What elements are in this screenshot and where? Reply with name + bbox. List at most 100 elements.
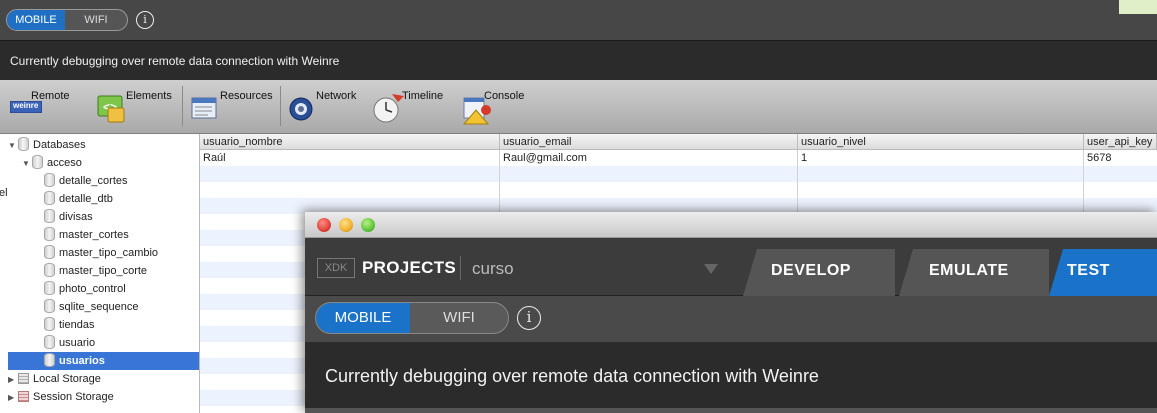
- session-storage-icon: [18, 391, 29, 402]
- table-icon: [44, 335, 55, 349]
- elements-label: Elements: [126, 90, 172, 102]
- resources-tool-button[interactable]: Resources: [190, 88, 276, 126]
- minimize-window-icon[interactable]: [339, 218, 353, 232]
- info-icon[interactable]: i: [136, 11, 154, 29]
- zoom-window-icon[interactable]: [361, 218, 375, 232]
- database-icon: [18, 137, 29, 151]
- mobile-mode-button[interactable]: MOBILE: [7, 10, 65, 30]
- tree-table-item[interactable]: master_tipo_corte: [44, 262, 147, 280]
- table-icon: [44, 173, 55, 187]
- tree-table-item[interactable]: detalle_cortes: [44, 172, 128, 190]
- remote-label: Remote: [31, 90, 70, 102]
- tree-label: usuario: [59, 337, 96, 349]
- tree-label: Session Storage: [33, 391, 114, 403]
- projects-button[interactable]: PROJECTS: [362, 258, 456, 278]
- table-cell: 5678: [1087, 152, 1112, 164]
- resources-icon: [191, 97, 217, 119]
- status-bar: Currently debugging over remote data con…: [0, 40, 1157, 80]
- local-storage-icon: [18, 373, 29, 384]
- expanded-triangle-icon[interactable]: ▼: [22, 155, 32, 173]
- tree-label: Local Storage: [33, 373, 101, 385]
- wifi-mode-button[interactable]: WIFI: [65, 10, 127, 30]
- table-row-empty: [200, 166, 1157, 182]
- tree-acceso[interactable]: ▼ acceso: [22, 154, 82, 172]
- tree-session-storage[interactable]: ▶ Session Storage: [8, 388, 114, 406]
- column-header[interactable]: usuario_nombre: [200, 134, 500, 150]
- tree-label: photo_control: [59, 283, 126, 295]
- mode-toggle[interactable]: MOBILE WIFI: [315, 302, 509, 334]
- console-tool-button[interactable]: Console: [462, 88, 542, 126]
- tab-test[interactable]: TEST: [1049, 249, 1157, 296]
- table-cell: Raul@gmail.com: [503, 152, 587, 164]
- window-bottom: [305, 408, 1157, 413]
- tree-label: sqlite_sequence: [59, 301, 139, 313]
- table-icon: [44, 317, 55, 331]
- timeline-icon: [373, 94, 404, 123]
- table-icon: [44, 281, 55, 295]
- table-icon: [44, 263, 55, 277]
- tree-table-item[interactable]: tiendas: [44, 316, 94, 334]
- mode-toggle[interactable]: MOBILE WIFI: [6, 9, 128, 31]
- window-titlebar: [305, 212, 1157, 238]
- table-cell: 1: [801, 152, 808, 164]
- toolbar-divider: [280, 86, 281, 126]
- tree-table-item[interactable]: usuario: [44, 334, 95, 352]
- close-window-icon[interactable]: [317, 218, 331, 232]
- mobile-mode-button[interactable]: MOBILE: [316, 303, 410, 333]
- tree-table-item[interactable]: master_cortes: [44, 226, 129, 244]
- tree-label: detalle_cortes: [59, 175, 128, 187]
- status-bar: Currently debugging over remote data con…: [305, 342, 1157, 408]
- tree-table-item[interactable]: sqlite_sequence: [44, 298, 139, 316]
- column-header[interactable]: user_api_key: [1084, 134, 1157, 150]
- divider: [460, 256, 461, 280]
- table-row[interactable]: [200, 150, 1157, 166]
- tree-table-item[interactable]: photo_control: [44, 280, 126, 298]
- corner-highlight: [1119, 0, 1157, 14]
- tab-develop[interactable]: DEVELOP: [743, 249, 895, 296]
- tree-label: tiendas: [59, 319, 95, 331]
- table-icon: [44, 227, 55, 241]
- tab-emulate[interactable]: EMULATE: [899, 249, 1049, 296]
- remote-tool-button[interactable]: weinre Remote: [10, 88, 90, 126]
- xdk-window: XDK PROJECTS curso DEVELOP EMULATE TEST …: [305, 212, 1157, 413]
- clipped-text: el: [0, 187, 8, 199]
- weinre-badge: weinre: [13, 101, 39, 110]
- console-label: Console: [484, 90, 525, 102]
- tree-label: master_cortes: [59, 229, 129, 241]
- project-name[interactable]: curso: [472, 259, 514, 279]
- projects-bar: XDK PROJECTS curso DEVELOP EMULATE TEST: [305, 238, 1157, 296]
- database-icon: [32, 155, 43, 169]
- timeline-label: Timeline: [402, 90, 444, 102]
- network-tool-button[interactable]: Network: [288, 88, 368, 126]
- tree-table-item[interactable]: master_tipo_cambio: [44, 244, 158, 262]
- elements-tool-button[interactable]: <> Elements: [96, 88, 176, 126]
- tree-label: usuarios: [59, 355, 105, 367]
- status-message: Currently debugging over remote data con…: [325, 366, 819, 386]
- storage-tree: ▼ Databases ▼ acceso detalle_cortes detall…: [0, 134, 200, 413]
- network-icon: [289, 97, 313, 121]
- tree-table-item[interactable]: detalle_dtb: [44, 190, 113, 208]
- collapsed-triangle-icon[interactable]: ▶: [8, 389, 18, 407]
- xdk-logo-icon: XDK: [317, 258, 355, 278]
- wifi-mode-button[interactable]: WIFI: [410, 303, 508, 333]
- info-icon[interactable]: i: [517, 306, 541, 330]
- tree-table-item-selected[interactable]: usuarios: [8, 352, 199, 370]
- column-header[interactable]: usuario_email: [500, 134, 798, 150]
- tree-label: acceso: [47, 157, 82, 169]
- tree-label: master_tipo_corte: [59, 265, 148, 277]
- column-header[interactable]: usuario_nivel: [798, 134, 1084, 150]
- expanded-triangle-icon[interactable]: ▼: [8, 137, 18, 155]
- tree-label: Databases: [33, 139, 86, 151]
- tree-table-item[interactable]: divisas: [44, 208, 93, 226]
- tree-label: divisas: [59, 211, 93, 223]
- table-icon: [44, 191, 55, 205]
- tree-databases[interactable]: ▼ Databases: [8, 136, 86, 154]
- timeline-tool-button[interactable]: Timeline: [372, 88, 458, 126]
- tree-label: master_tipo_cambio: [59, 247, 159, 259]
- top-mode-bar: MOBILE WIFI i: [0, 0, 1157, 40]
- table-icon: [44, 245, 55, 259]
- tree-local-storage[interactable]: ▶ Local Storage: [8, 370, 101, 388]
- table-icon: [44, 209, 55, 223]
- dropdown-arrow-icon[interactable]: [704, 264, 718, 274]
- collapsed-triangle-icon[interactable]: ▶: [8, 371, 18, 389]
